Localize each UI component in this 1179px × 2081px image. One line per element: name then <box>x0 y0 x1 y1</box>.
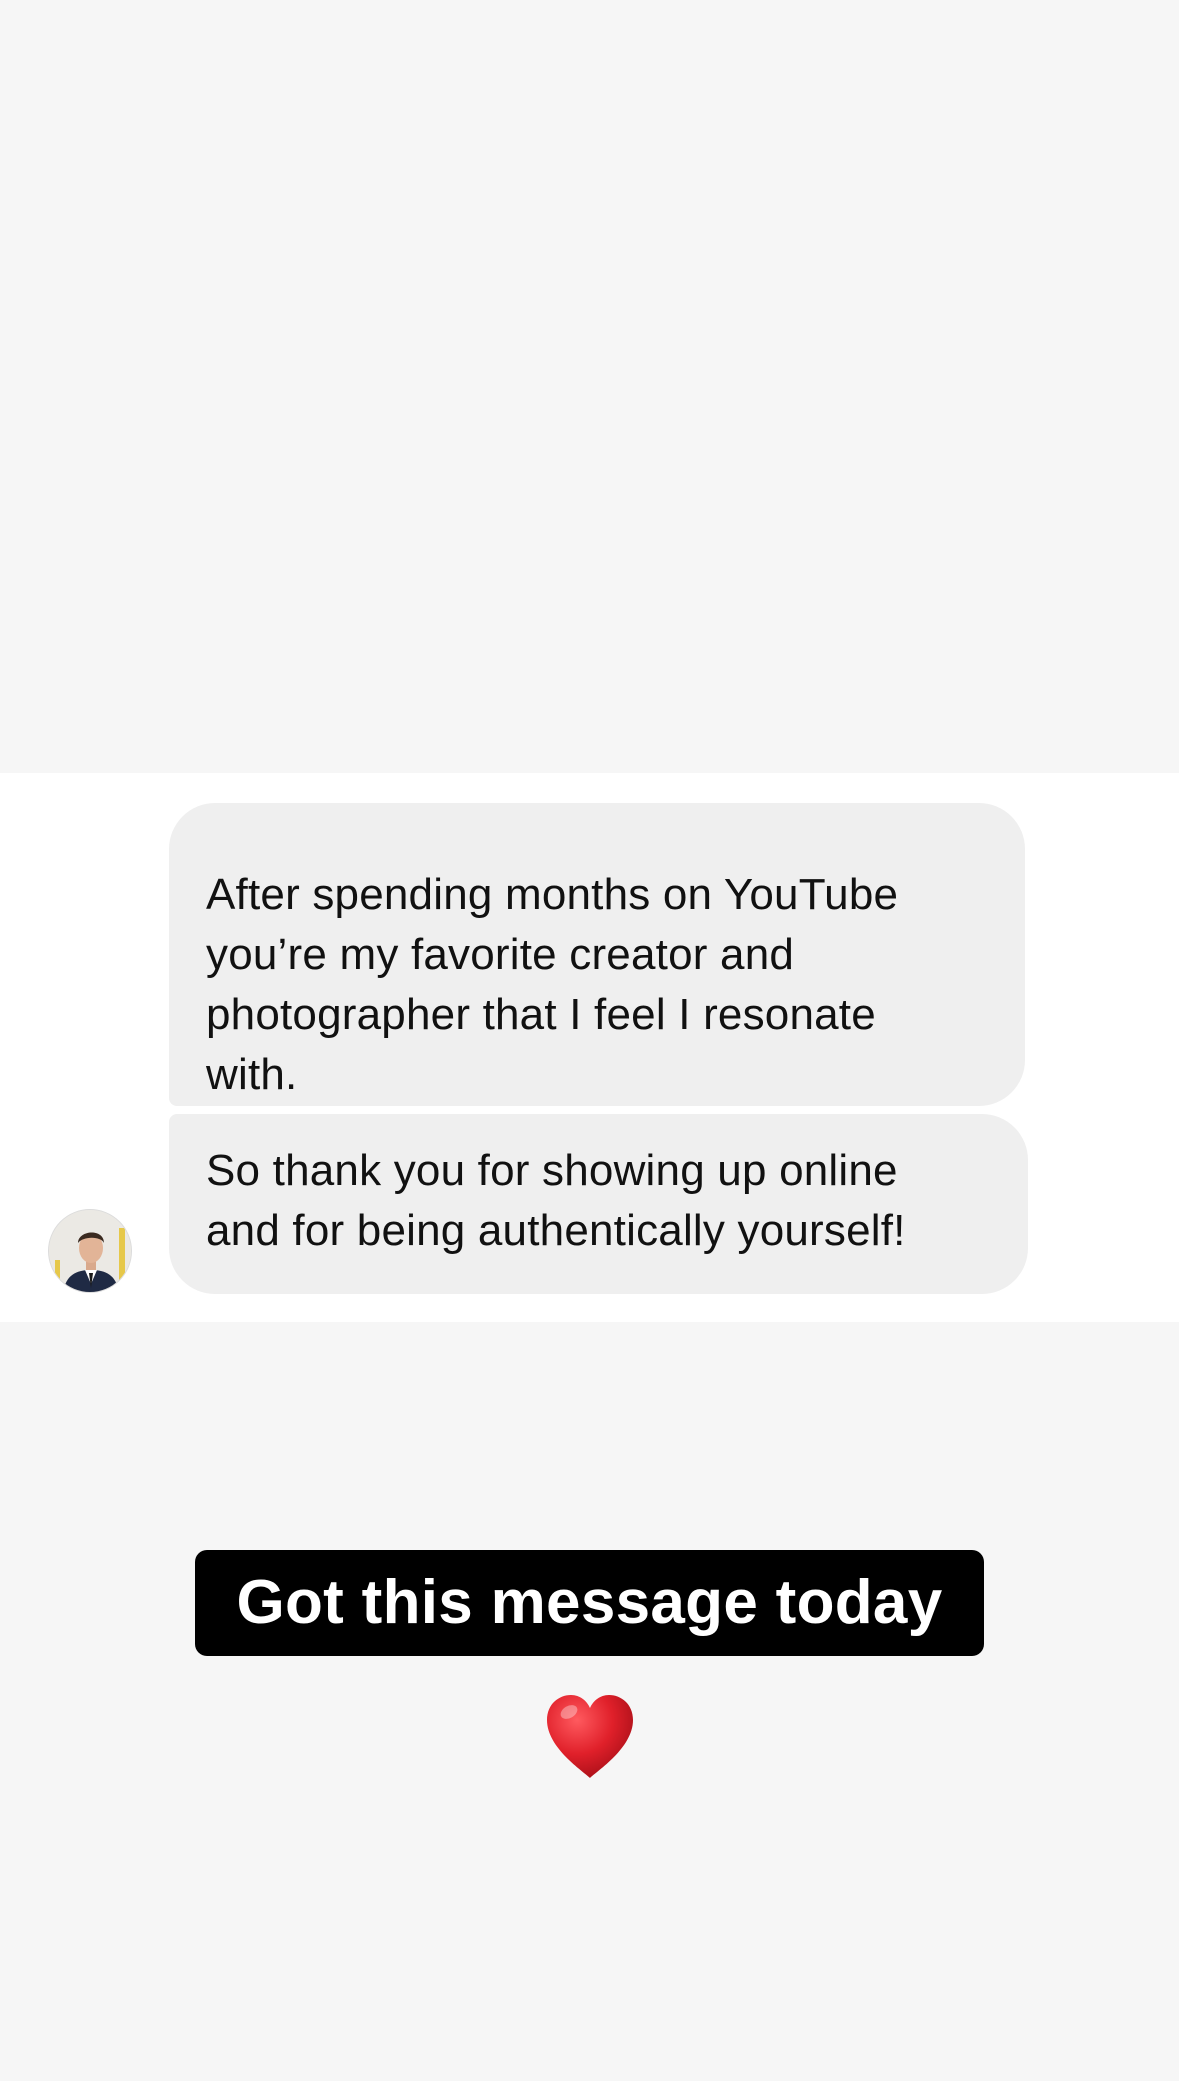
message-bubble: So thank you for showing up online and f… <box>169 1114 1028 1294</box>
message-screenshot: After spending months on YouTube you’re … <box>0 773 1179 1322</box>
red-heart-icon <box>543 1692 637 1782</box>
message-bubble: After spending months on YouTube you’re … <box>169 803 1025 1106</box>
avatar[interactable] <box>48 1209 132 1293</box>
person-photo-icon <box>49 1210 131 1292</box>
story-canvas: After spending months on YouTube you’re … <box>0 0 1179 2081</box>
caption-sticker[interactable]: Got this message today <box>195 1550 984 1656</box>
